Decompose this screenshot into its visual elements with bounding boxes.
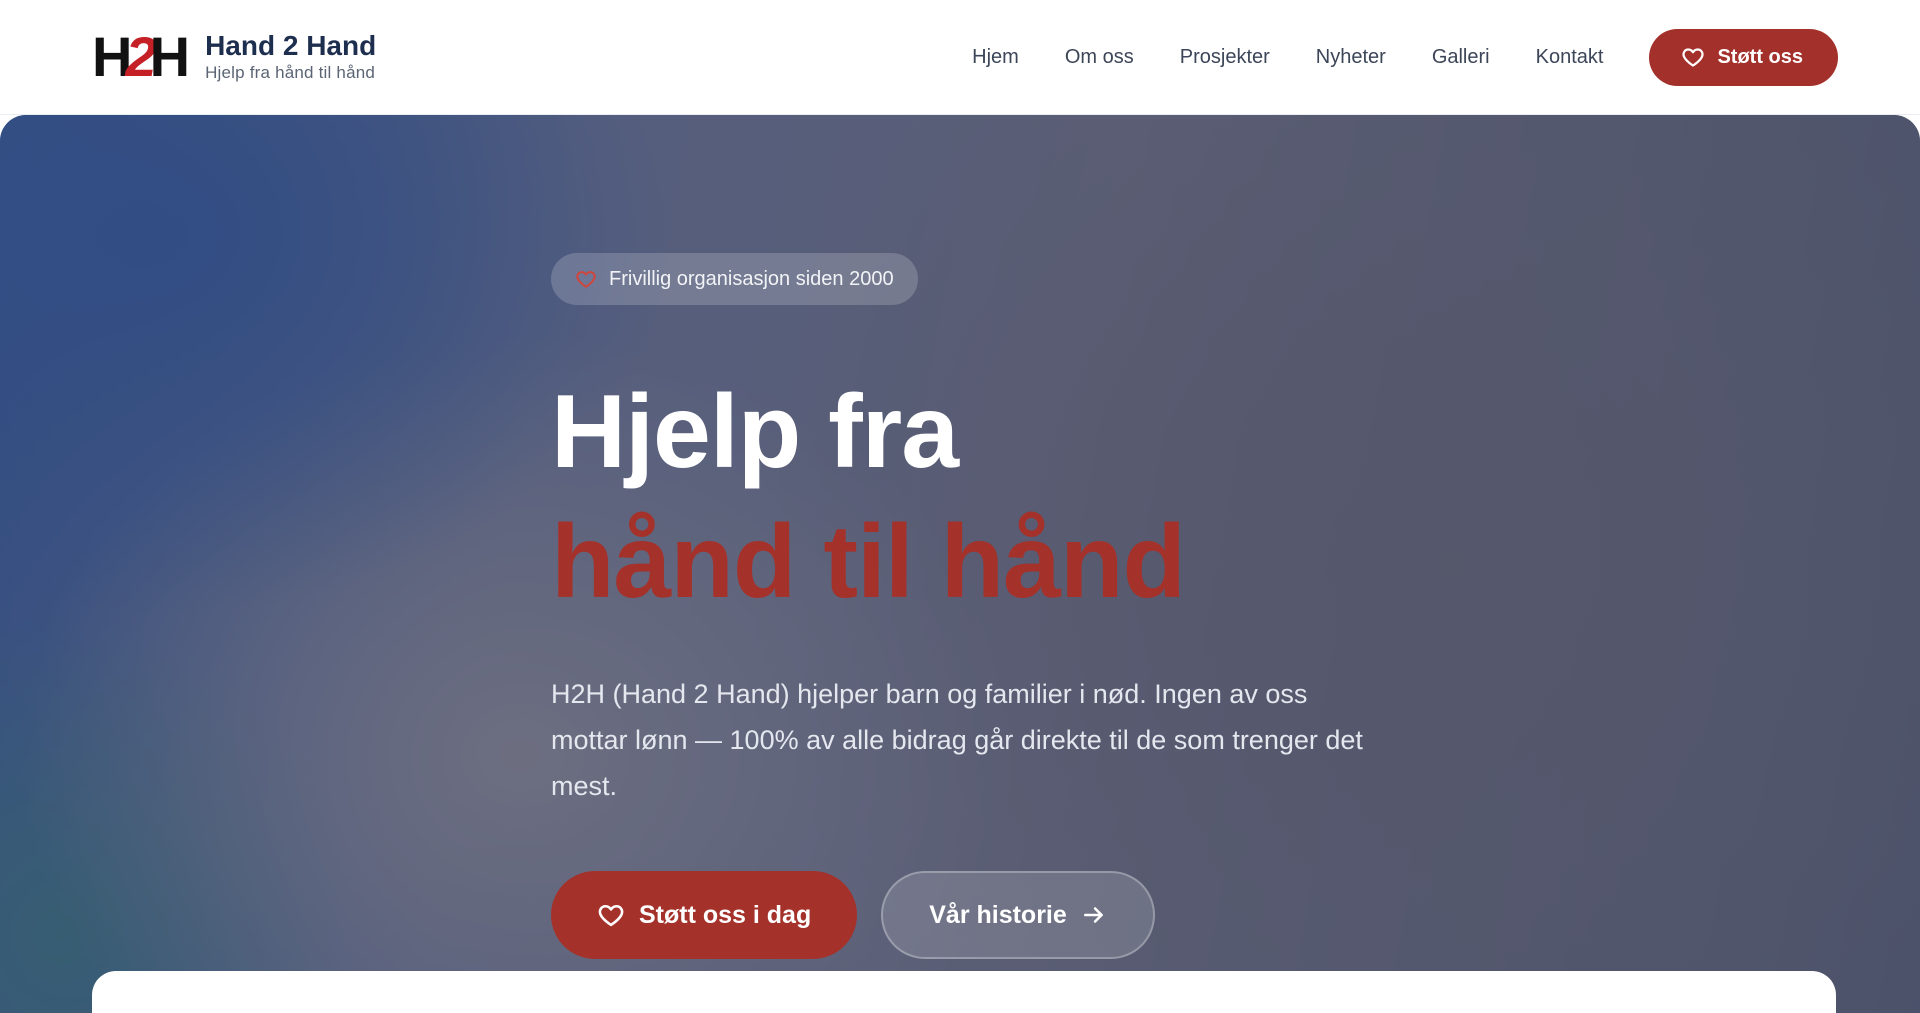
organization-badge: Frivillig organisasjon siden 2000 — [551, 253, 918, 305]
headline-line-1: Hjelp fra — [551, 374, 959, 490]
hero-lead-text: H2H (Hand 2 Hand) hjelper barn og famili… — [551, 679, 1363, 801]
hero-content: Frivillig organisasjon siden 2000 Hjelp … — [551, 253, 1451, 959]
logo-letter-h: H — [149, 25, 191, 88]
nav-item-kontakt[interactable]: Kontakt — [1536, 46, 1604, 69]
content-card — [92, 971, 1836, 1013]
nav-item-nyheter[interactable]: Nyheter — [1316, 46, 1386, 69]
headline-line-2: hånd til hånd — [551, 504, 1186, 620]
hero-section: Frivillig organisasjon siden 2000 Hjelp … — [0, 115, 1920, 1013]
support-us-today-button[interactable]: Støtt oss i dag — [551, 871, 858, 959]
support-us-today-label: Støtt oss i dag — [639, 900, 812, 929]
brand-text: Hand 2 Hand Hjelp fra hånd til hånd — [205, 29, 377, 84]
brand-tagline: Hjelp fra hånd til hånd — [205, 63, 376, 83]
our-story-button[interactable]: Vår historie — [881, 871, 1155, 959]
main-nav: Hjem Om oss Prosjekter Nyheter Galleri K… — [972, 28, 1838, 86]
support-us-button[interactable]: Støtt oss — [1649, 28, 1838, 86]
nav-item-prosjekter[interactable]: Prosjekter — [1180, 46, 1270, 69]
hero-headline: Hjelp fra hånd til hånd — [551, 367, 1451, 627]
heart-icon — [598, 904, 624, 927]
brand[interactable]: H 2 H Hand 2 Hand Hjelp fra hånd til hån… — [92, 29, 376, 85]
arrow-right-icon — [1083, 907, 1103, 923]
heart-icon — [1682, 48, 1704, 67]
h2h-logo: H 2 H — [92, 25, 191, 88]
brand-name: Hand 2 Hand — [205, 29, 377, 61]
nav-item-hjem[interactable]: Hjem — [972, 46, 1019, 69]
hero-actions: Støtt oss i dag Vår historie — [551, 871, 1451, 959]
nav-item-om-oss[interactable]: Om oss — [1065, 46, 1134, 69]
logo-letter-h: H — [92, 25, 133, 88]
heart-icon — [576, 271, 596, 288]
page: H 2 H Hand 2 Hand Hjelp fra hånd til hån… — [0, 0, 1920, 1013]
badge-label: Frivillig organisasjon siden 2000 — [609, 267, 894, 290]
logo-number-2: 2 — [125, 25, 156, 88]
support-us-label: Støtt oss — [1717, 45, 1803, 68]
nav-item-galleri[interactable]: Galleri — [1432, 46, 1490, 69]
our-story-label: Vår historie — [929, 900, 1067, 929]
site-header: H 2 H Hand 2 Hand Hjelp fra hånd til hån… — [0, 0, 1920, 115]
